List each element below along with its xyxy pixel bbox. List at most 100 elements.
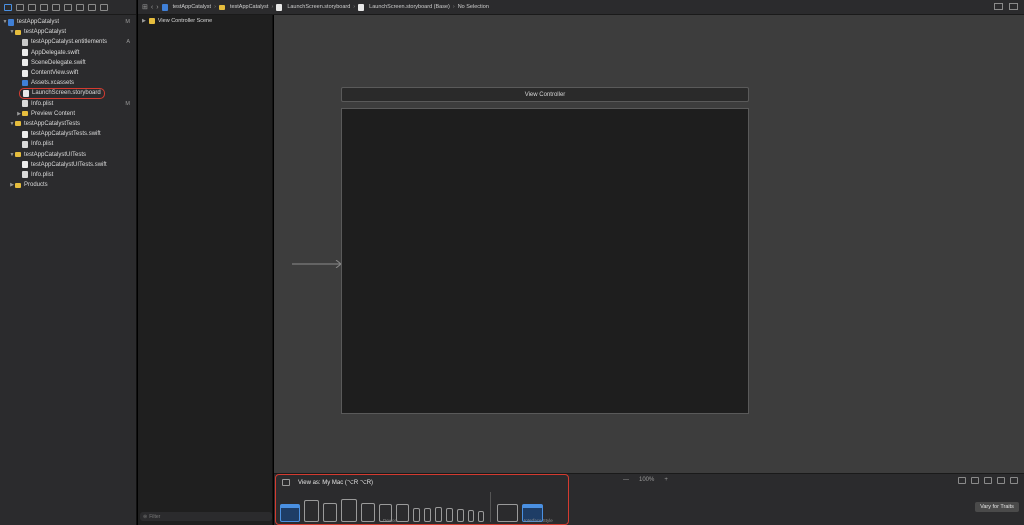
- view-controller-view[interactable]: [341, 108, 749, 414]
- test-navigator-icon[interactable]: [64, 3, 72, 11]
- swift-file-icon: [22, 161, 28, 169]
- update-frames-icon[interactable]: [958, 477, 966, 484]
- device-iphone-option[interactable]: [478, 511, 484, 522]
- forward-icon[interactable]: ›: [156, 4, 158, 11]
- breadcrumb-file[interactable]: LaunchScreen.storyboard: [276, 3, 350, 11]
- folder-icon: [218, 4, 225, 10]
- related-items-icon[interactable]: ⊞: [142, 3, 148, 11]
- editor-options: [994, 3, 1018, 10]
- zoom-level[interactable]: 100%: [639, 477, 654, 483]
- symbol-navigator-icon[interactable]: [28, 3, 36, 11]
- device-iphone-option[interactable]: [446, 508, 453, 522]
- breadcrumb-label: testAppCatalyst: [229, 4, 269, 10]
- tree-item-label: Products: [24, 182, 48, 189]
- filter-icon: ⊜: [143, 513, 148, 520]
- tree-item-project[interactable]: ▼ testAppCatalyst M: [0, 17, 136, 27]
- tree-item-file[interactable]: AppDelegate.swift: [0, 48, 136, 58]
- vary-for-traits-button[interactable]: Vary for Traits: [975, 502, 1019, 512]
- interface-style-section-label: Interface Style: [524, 518, 553, 523]
- breakpoint-navigator-icon[interactable]: [88, 3, 96, 11]
- breadcrumb-selection[interactable]: No Selection: [458, 4, 489, 10]
- project-navigator-icon[interactable]: [4, 3, 12, 11]
- tree-item-file[interactable]: testAppCatalyst.entitlements A: [0, 37, 136, 47]
- tree-item-file[interactable]: SceneDelegate.swift: [0, 58, 136, 68]
- zoom-in-button[interactable]: +: [664, 477, 668, 483]
- issue-navigator-icon[interactable]: [52, 3, 60, 11]
- device-ipad-option[interactable]: [341, 499, 357, 522]
- tree-item-file[interactable]: ContentView.swift: [0, 68, 136, 78]
- tree-item-file[interactable]: Assets.xcassets: [0, 78, 136, 88]
- breadcrumb-project[interactable]: testAppCatalyst: [161, 3, 212, 11]
- disclosure-closed-icon[interactable]: ▶: [142, 18, 146, 24]
- scm-status-badge: M: [125, 19, 130, 26]
- tree-item-launchscreen-storyboard[interactable]: LaunchScreen.storyboard: [0, 87, 136, 99]
- device-mac-option[interactable]: [280, 504, 300, 522]
- device-iphone-option[interactable]: [413, 508, 420, 522]
- device-section-label: Device: [383, 518, 397, 523]
- tree-item-label: SceneDelegate.swift: [31, 59, 86, 66]
- folder-icon: [15, 152, 21, 158]
- interface-style-light-option[interactable]: [497, 504, 518, 522]
- filter-field[interactable]: ⊜ Filter: [140, 512, 272, 521]
- view-controller-title-bar[interactable]: View Controller: [341, 87, 749, 102]
- file-tree: ▼ testAppCatalyst M ▼ testAppCatalyst te…: [0, 15, 136, 190]
- section-divider: [490, 492, 491, 522]
- breadcrumb-label: No Selection: [457, 4, 489, 10]
- tree-item-file[interactable]: testAppCatalystTests.swift: [0, 129, 136, 139]
- device-ipad-pro-12-option[interactable]: [304, 500, 319, 522]
- device-iphone-option[interactable]: [468, 510, 474, 522]
- tree-item-file[interactable]: testAppCatalystUITests.swift: [0, 160, 136, 170]
- back-icon[interactable]: ‹: [151, 4, 153, 11]
- zoom-controls: — 100% +: [623, 477, 668, 483]
- tree-item-group[interactable]: ▼ testAppCatalyst: [0, 27, 136, 37]
- device-ipad-pro-11-option[interactable]: [323, 503, 337, 522]
- tree-item-label: Preview Content: [31, 110, 76, 117]
- device-iphone-option[interactable]: [435, 507, 442, 522]
- tree-item-group[interactable]: ▼ testAppCatalystTests: [0, 119, 136, 129]
- report-navigator-icon[interactable]: [100, 3, 108, 11]
- tree-item-group[interactable]: ▶ Preview Content: [0, 109, 136, 119]
- swift-file-icon: [22, 59, 28, 67]
- tree-item-label: testAppCatalyst.entitlements: [31, 39, 108, 46]
- editor-options-icon[interactable]: [994, 3, 1003, 10]
- tree-item-file[interactable]: Info.plist: [0, 170, 136, 180]
- find-navigator-icon[interactable]: [40, 3, 48, 11]
- breadcrumb-group[interactable]: testAppCatalyst: [218, 4, 269, 10]
- swift-file-icon: [22, 49, 28, 57]
- device-picker: [280, 492, 543, 522]
- tree-item-file[interactable]: Info.plist M: [0, 99, 136, 109]
- device-configuration-bar: View as: My Mac (⌥R ⌥R) Device Interface…: [274, 473, 1024, 525]
- project-icon: [8, 18, 14, 26]
- plist-file-icon: [22, 140, 28, 148]
- asset-catalog-icon: [22, 80, 28, 87]
- device-ipad-option[interactable]: [396, 504, 409, 522]
- debug-navigator-icon[interactable]: [76, 3, 84, 11]
- tree-item-group[interactable]: ▶ Products: [0, 180, 136, 190]
- plist-file-icon: [22, 171, 28, 179]
- outline-item-scene[interactable]: ▶ View Controller Scene: [142, 18, 212, 24]
- add-constraints-icon[interactable]: [997, 477, 1005, 484]
- tree-item-label: ContentView.swift: [31, 70, 79, 77]
- device-ipad-air-option[interactable]: [361, 503, 375, 522]
- tree-item-label: testAppCatalystUITests.swift: [31, 161, 107, 168]
- resolve-autolayout-issues-icon[interactable]: [1010, 477, 1018, 484]
- tree-item-group[interactable]: ▼ testAppCatalystUITests: [0, 149, 136, 159]
- device-iphone-option[interactable]: [424, 508, 431, 522]
- zoom-out-button[interactable]: —: [623, 477, 629, 483]
- project-navigator: ▼ testAppCatalyst M ▼ testAppCatalyst te…: [0, 0, 137, 525]
- toggle-outline-icon[interactable]: [282, 479, 290, 486]
- tree-item-label: Assets.xcassets: [31, 80, 75, 87]
- device-iphone-option[interactable]: [457, 509, 464, 522]
- breadcrumb-label: testAppCatalyst: [172, 4, 212, 10]
- source-control-icon[interactable]: [16, 3, 24, 11]
- storyboard-canvas[interactable]: View Controller: [274, 15, 1024, 473]
- folder-icon: [15, 29, 21, 35]
- align-icon[interactable]: [984, 477, 992, 484]
- outline-item-label: View Controller Scene: [157, 18, 213, 24]
- view-as-label[interactable]: View as: My Mac (⌥R ⌥R): [298, 479, 373, 486]
- tree-item-file[interactable]: Info.plist: [0, 139, 136, 149]
- breadcrumb-separator-icon: ›: [452, 4, 455, 10]
- embed-in-stack-icon[interactable]: [971, 477, 979, 484]
- add-editor-icon[interactable]: [1009, 3, 1018, 10]
- breadcrumb-localization[interactable]: LaunchScreen.storyboard (Base): [358, 3, 450, 11]
